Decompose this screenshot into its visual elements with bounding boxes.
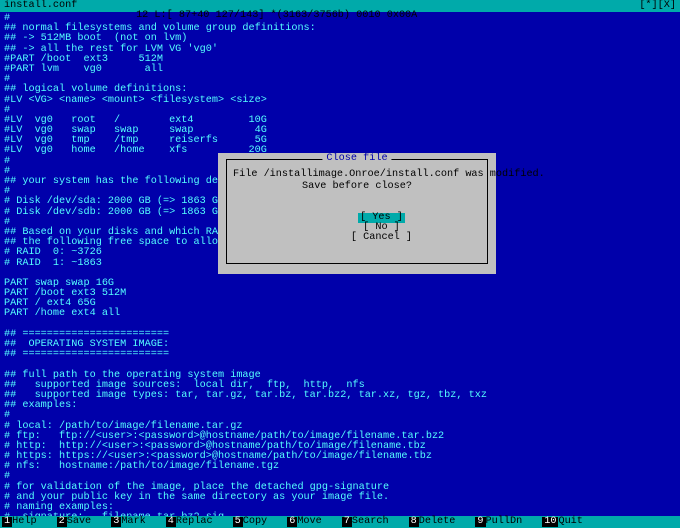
editor-line: #LV <VG> <name> <mount> <filesystem> <si… [4,96,676,106]
title-controls[interactable]: [*][X] [639,1,676,11]
editor-line: ## examples: [4,401,676,411]
dialog-message-2: Save before close? [233,182,481,192]
dialog-title: Close file [322,154,391,164]
footer-label: PullDn [486,517,523,527]
editor-line: #PART lvm vg0 all [4,65,676,75]
editor-line: ## ======================== [4,350,676,360]
footer-key: 7 [342,517,352,527]
footer-item-f8[interactable]: 8Delete [409,517,456,527]
editor-line: ## supported image types: tar, tar.gz, t… [4,391,676,401]
footer-key: 9 [475,517,485,527]
footer-bar: 1Help 2Save 3Mark 4Replac 5Copy 6Move 7Search 8… [0,516,680,528]
editor-line: PART /boot ext3 512M [4,289,676,299]
dialog-buttons: [ Yes ] [ No ] [ Cancel ] [233,202,481,253]
title-filename: install.conf [4,1,77,11]
dialog-message-1: File /installimage.Onroe/install.conf wa… [233,170,481,180]
editor-line: PART /home ext4 all [4,309,676,319]
footer-label: Save [67,517,91,527]
screen: install.conf [-M--] 12 L:[ 87+40 127/143… [0,0,680,528]
footer-label: Search [352,517,389,527]
cancel-button[interactable]: [ Cancel ] [349,233,414,243]
footer-item-f9[interactable]: 9PullDn [475,517,522,527]
editor-line: # [4,411,676,421]
footer-item-f7[interactable]: 7Search [342,517,389,527]
footer-item-f2[interactable]: 2Save [57,517,92,527]
dialog-frame: Close file File /installimage.Onroe/inst… [226,159,488,264]
footer-label: Quit [558,517,582,527]
footer-label: Mark [121,517,145,527]
footer-item-f3[interactable]: 3Mark [111,517,146,527]
footer-item-f1[interactable]: 1Help [2,517,37,527]
footer-key: 4 [166,517,176,527]
close-file-dialog: Close file File /installimage.Onroe/inst… [218,153,496,274]
footer-label: Copy [243,517,267,527]
footer-key: 1 [2,517,12,527]
footer-label: Help [12,517,36,527]
footer-key: 10 [542,517,558,527]
footer-item-f10[interactable]: 10Quit [542,517,583,527]
footer-item-f6[interactable]: 6Move [287,517,322,527]
footer-key: 3 [111,517,121,527]
footer-label: Move [297,517,321,527]
footer-key: 2 [57,517,67,527]
footer-label: Replac [176,517,213,527]
footer-key: 6 [287,517,297,527]
footer-label: Delete [419,517,456,527]
footer-key: 8 [409,517,419,527]
title-bar: install.conf [-M--] 12 L:[ 87+40 127/143… [0,0,680,12]
footer-key: 5 [233,517,243,527]
editor-line: # nfs: hostname:/path/to/image/filename.… [4,462,676,472]
footer-item-f5[interactable]: 5Copy [233,517,268,527]
footer-item-f4[interactable]: 4Replac [166,517,213,527]
editor-line: ## logical volume definitions: [4,85,676,95]
